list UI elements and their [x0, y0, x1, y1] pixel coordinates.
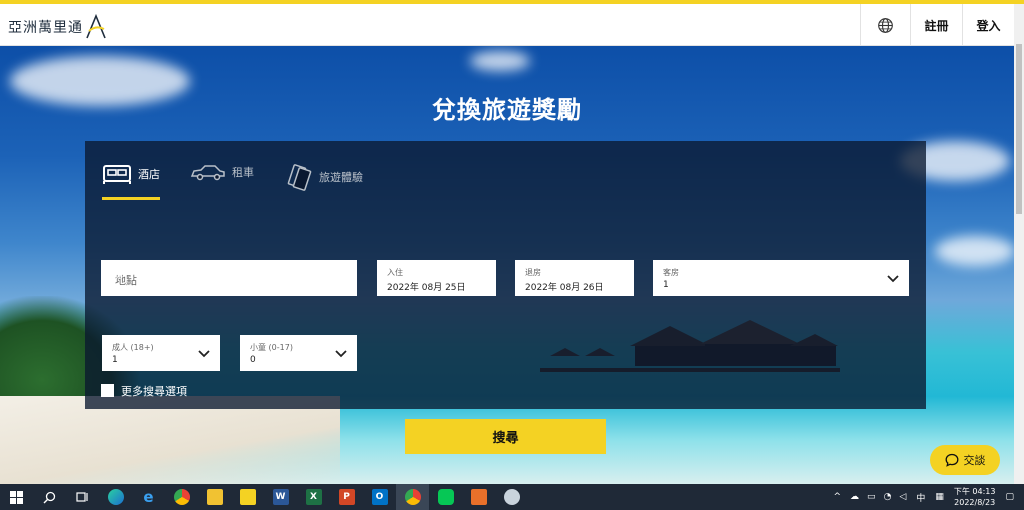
logo-text: 亞洲萬里通	[8, 20, 83, 36]
bed-icon	[103, 165, 131, 184]
taskbar-chrome[interactable]	[165, 484, 198, 510]
adults-select[interactable]: 成人 (18+) 1	[102, 335, 220, 371]
excel-icon: X	[305, 489, 322, 505]
taskbar-excel[interactable]: X	[297, 484, 330, 510]
line-app-icon	[437, 489, 454, 505]
search-button[interactable]: 搜尋	[405, 419, 606, 454]
room-heading: 客房 1	[102, 268, 135, 281]
powerpoint-icon: P	[338, 489, 355, 505]
taskbar-search-button[interactable]	[33, 484, 66, 510]
taskbar-edge[interactable]	[99, 484, 132, 510]
tab-hotel[interactable]: 酒店	[102, 163, 160, 185]
cloud	[935, 236, 1014, 266]
chevron-up-icon[interactable]: ^	[834, 492, 842, 502]
checkin-label: 入住	[387, 268, 403, 277]
clock[interactable]: 下午 04:13 2022/8/23	[954, 486, 996, 508]
system-tray: ^ ☁ ▭ ◔ ◁ 中 ▦ 下午 04:13 2022/8/23 ▢	[829, 484, 1024, 510]
windows-icon	[10, 490, 23, 504]
cloud	[470, 51, 530, 71]
children-select[interactable]: 小童 (0-17) 0	[240, 335, 357, 371]
cloud-icon[interactable]: ☁	[850, 492, 859, 502]
search-panel: 酒店 租車 旅遊體驗 地點 入住 2022年 08月 25日 退房 2022年 …	[85, 141, 926, 409]
scrollbar-thumb[interactable]	[1016, 44, 1022, 214]
page-scrollbar[interactable]	[1014, 4, 1024, 484]
taskbar-word[interactable]: W	[264, 484, 297, 510]
destination-input[interactable]: 地點	[101, 260, 357, 296]
ticket-icon	[287, 164, 312, 191]
taskbar-paint[interactable]	[495, 484, 528, 510]
volume-icon[interactable]: ◁	[899, 492, 906, 502]
language-button[interactable]	[860, 4, 910, 46]
children-value: 0	[250, 355, 256, 365]
rooms-select[interactable]: 客房 1	[653, 260, 909, 296]
task-view-button[interactable]	[66, 484, 99, 510]
word-icon: W	[272, 489, 289, 505]
checkin-value: 2022年 08月 25日	[387, 283, 466, 293]
network-icon[interactable]: ▭	[867, 492, 876, 502]
chat-bubble-icon	[945, 453, 958, 467]
notification-icon[interactable]: ▢	[1005, 492, 1014, 502]
outlook-icon: O	[371, 489, 388, 505]
wifi-icon[interactable]: ◔	[884, 492, 892, 502]
rooms-value: 1	[663, 280, 669, 290]
tab-experiences-label: 旅遊體驗	[319, 171, 363, 184]
taskbar-ie[interactable]: e	[132, 484, 165, 510]
tab-car-rental[interactable]: 租車	[190, 163, 254, 181]
app-icon	[470, 489, 487, 505]
children-label: 小童 (0-17)	[250, 343, 293, 352]
adults-value: 1	[112, 355, 118, 365]
site-header: 亞洲萬里通 註冊 登入	[0, 4, 1014, 46]
task-view-icon	[76, 491, 88, 502]
start-button[interactable]	[0, 484, 33, 510]
chrome-icon	[404, 489, 421, 505]
tab-car-rental-label: 租車	[232, 166, 254, 179]
asia-miles-logo[interactable]: 亞洲萬里通	[8, 14, 107, 40]
rooms-label: 客房	[663, 268, 679, 277]
car-icon	[190, 165, 225, 181]
taskbar-outlook[interactable]: O	[363, 484, 396, 510]
more-options-label[interactable]: 更多搜尋選項	[121, 383, 187, 399]
checkout-label: 退房	[525, 268, 541, 277]
clock-time: 下午 04:13	[953, 487, 996, 496]
taskbar-app-orange[interactable]	[462, 484, 495, 510]
chevron-down-icon	[887, 275, 899, 283]
taskbar-explorer[interactable]	[198, 484, 231, 510]
checkout-value: 2022年 08月 26日	[525, 283, 604, 293]
checkin-date-field[interactable]: 入住 2022年 08月 25日	[377, 260, 496, 296]
hero-banner: 兌換旅遊獎勵 酒店 租車 旅遊體驗 地點 入住 2022年 08月 25日 退房…	[0, 46, 1014, 484]
taskbar-powerpoint[interactable]: P	[330, 484, 363, 510]
internet-explorer-icon: e	[143, 488, 154, 506]
logo-mark-icon	[86, 14, 106, 39]
taskbar-sticky-notes[interactable]	[231, 484, 264, 510]
folder-icon	[206, 489, 223, 505]
nights-count: 1 晚數	[590, 263, 620, 274]
page-title: 兌換旅遊獎勵	[432, 96, 582, 124]
paint-icon	[503, 489, 520, 505]
globe-icon	[878, 17, 893, 33]
tab-experiences[interactable]: 旅遊體驗	[285, 163, 363, 191]
tab-hotel-label: 酒店	[138, 168, 160, 181]
active-tab-indicator	[102, 197, 160, 200]
keyboard-icon[interactable]: ▦	[935, 492, 944, 502]
beach-image	[0, 396, 340, 484]
clock-date: 2022/8/23	[954, 498, 996, 507]
edge-icon	[107, 489, 124, 505]
taskbar-line[interactable]	[429, 484, 462, 510]
search-icon	[43, 491, 56, 503]
ime-indicator[interactable]: 中	[916, 491, 925, 504]
taskbar-chrome-active[interactable]	[396, 484, 429, 510]
chrome-icon	[173, 489, 190, 505]
login-button[interactable]: 登入	[962, 4, 1014, 46]
register-button[interactable]: 註冊	[910, 4, 962, 46]
chevron-down-icon	[335, 350, 347, 358]
sticky-notes-icon	[239, 489, 256, 505]
windows-taskbar: e W X P O ^ ☁ ▭ ◔ ◁ 中 ▦ 下午 04:13 2022/8/…	[0, 484, 1024, 510]
chat-button[interactable]: 交談	[930, 445, 1000, 475]
chat-label: 交談	[963, 454, 986, 467]
adults-label: 成人 (18+)	[112, 343, 154, 352]
more-options-checkbox[interactable]	[101, 384, 114, 397]
chevron-down-icon	[198, 350, 210, 358]
